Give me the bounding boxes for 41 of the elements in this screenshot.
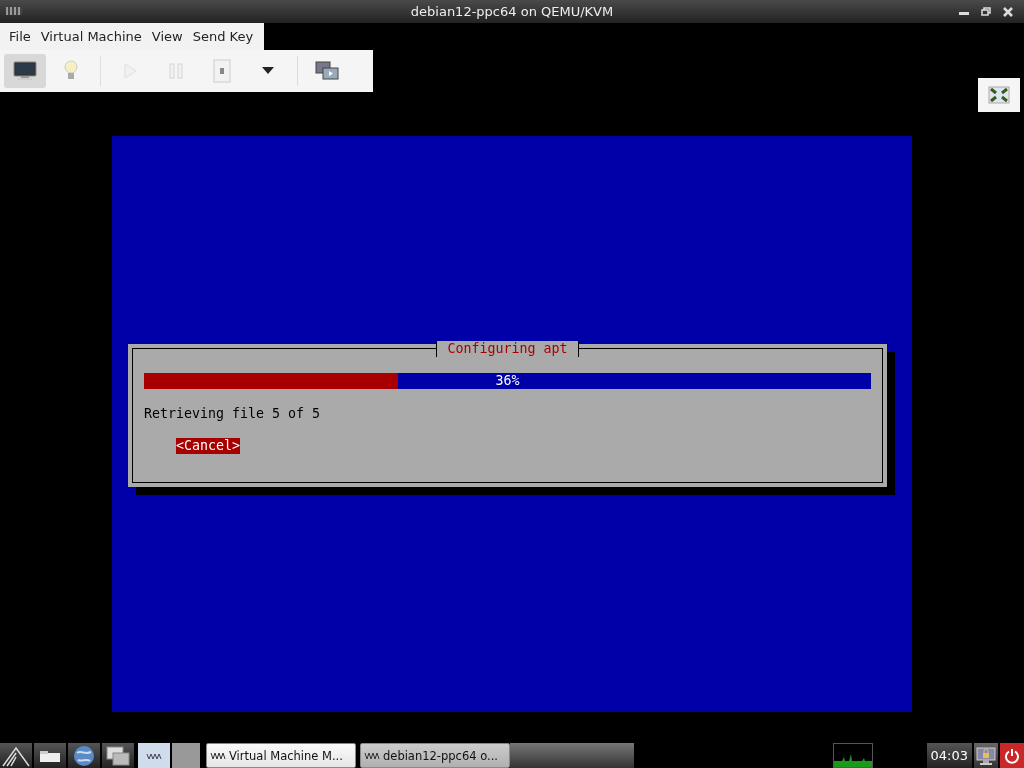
cancel-button[interactable]: <Cancel> — [176, 438, 241, 454]
clock: 04:03 — [926, 743, 972, 768]
monitor-icon — [13, 60, 37, 81]
window-title: debian12-ppc64 on QEMU/KVM — [410, 4, 614, 19]
dialog-title: Configuring apt — [436, 341, 579, 357]
monitor-button[interactable] — [4, 53, 46, 88]
menu-item[interactable]: Virtual Machine — [35, 28, 147, 44]
fullscreen-button[interactable] — [978, 77, 1020, 112]
cpu-monitor-graph — [832, 743, 873, 768]
lock-screen-button[interactable] — [974, 743, 998, 768]
taskbar-button[interactable]: Virtual Machine M... — [206, 743, 356, 768]
menu-item[interactable]: View — [146, 28, 188, 44]
globe-icon — [73, 744, 95, 767]
close-icon — [1002, 6, 1014, 19]
folder-launcher[interactable] — [34, 743, 66, 768]
taskbar-button[interactable]: debian12-ppc64 o... — [360, 743, 510, 768]
monitor-lock-icon — [976, 746, 996, 765]
start-icon — [1, 744, 31, 767]
power-icon — [1003, 746, 1021, 765]
status-message: Retrieving file 5 of 5 — [144, 405, 322, 423]
vm-manager-launcher[interactable] — [138, 743, 170, 768]
progress-reading: 36% — [494, 373, 521, 389]
power-button[interactable] — [1000, 743, 1024, 768]
menu-item[interactable]: File — [4, 28, 36, 44]
switch-icon — [213, 58, 231, 83]
light-bulb-icon — [63, 59, 79, 82]
globe-launcher[interactable] — [68, 743, 100, 768]
taskbar-spacer — [172, 743, 200, 768]
vm-logo-icon — [210, 751, 226, 760]
app-icon — [6, 7, 22, 16]
restore-icon — [980, 6, 992, 19]
windows-icon — [315, 60, 339, 81]
caret-icon — [262, 66, 274, 75]
minimize-icon — [959, 12, 969, 16]
pause-icon — [169, 62, 183, 79]
start-launcher[interactable] — [0, 743, 32, 768]
windows-launcher[interactable] — [102, 743, 134, 768]
vm-logo-icon — [364, 751, 380, 760]
menu-item[interactable]: Send Key — [187, 28, 259, 44]
windows-icon — [106, 745, 130, 766]
fullscreen-icon — [988, 85, 1010, 104]
